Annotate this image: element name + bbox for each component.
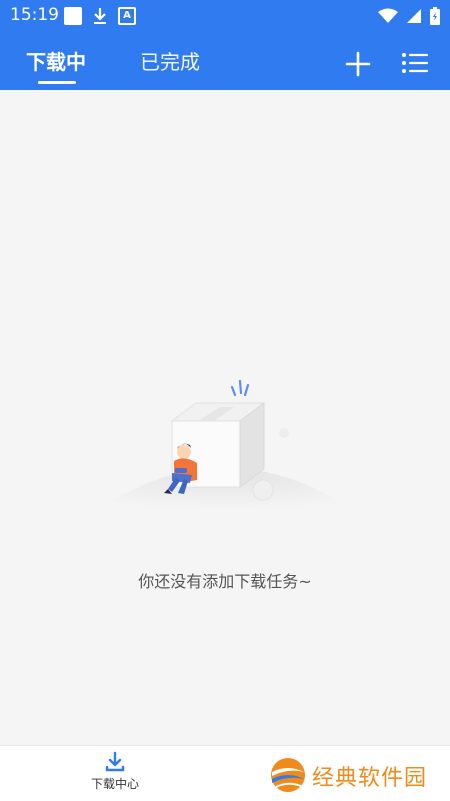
watermark-text: 经典软件园 xyxy=(312,766,428,791)
nav-item-download-center[interactable]: 下载中心 xyxy=(80,751,150,797)
download-icon xyxy=(105,751,125,772)
battery-icon xyxy=(430,7,440,25)
notification-square-icon xyxy=(64,7,82,25)
active-tab-indicator xyxy=(38,81,76,84)
tab-completed[interactable]: 已完成 xyxy=(140,46,200,75)
status-bar: 15:19 A xyxy=(0,0,450,32)
status-right-icons xyxy=(378,7,440,25)
wifi-icon xyxy=(378,8,398,23)
bottom-nav: 下载中心 经典软件园 xyxy=(0,745,450,801)
site-watermark: 经典软件园 xyxy=(266,751,446,797)
nav-item-label: 下载中心 xyxy=(90,777,139,791)
tab-downloading[interactable]: 下载中 xyxy=(26,46,86,75)
app-toolbar: 下载中 已完成 xyxy=(0,32,450,90)
list-menu-icon[interactable] xyxy=(400,48,430,78)
empty-state-message: 你还没有添加下载任务~ xyxy=(138,572,312,591)
download-list-area: 你还没有添加下载任务~ xyxy=(0,90,450,745)
watermark-logo-icon xyxy=(271,758,305,792)
status-time: 15:19 xyxy=(10,5,59,25)
status-left-icons: A xyxy=(64,7,136,25)
download-status-icon xyxy=(94,8,106,24)
a-badge-icon: A xyxy=(118,7,136,25)
empty-box-illustration xyxy=(90,379,360,515)
plus-icon[interactable] xyxy=(343,49,373,79)
signal-icon xyxy=(407,9,421,23)
